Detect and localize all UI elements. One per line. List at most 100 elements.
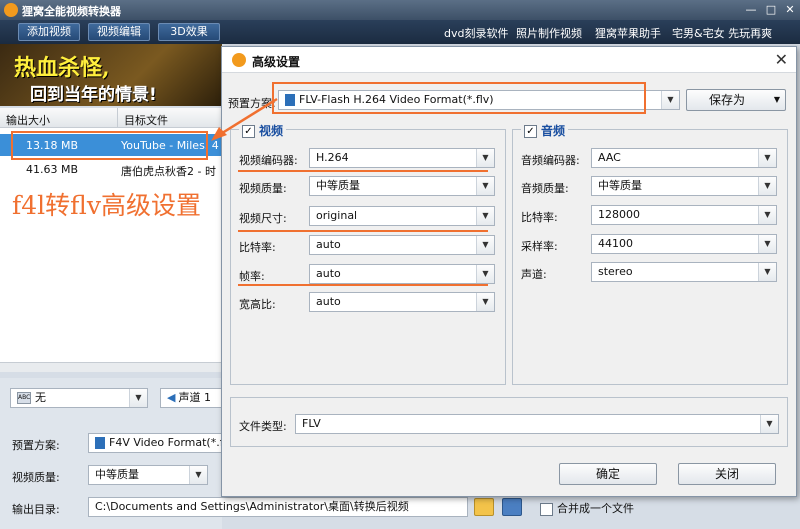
output-dir-input[interactable]: C:\Documents and Settings\Administrator\… [88,497,468,517]
annotation-arrow-icon [211,97,278,141]
video-size-select[interactable]: original ▼ [309,206,495,226]
audio-channel-select[interactable]: stereo ▼ [591,262,777,282]
folder-icon[interactable] [474,498,494,516]
main-toolbar: 添加视频 视频编辑 3D效果 dvd刻录软件 照片制作视频 狸窝苹果助手 宅男&… [0,20,800,44]
audio-track-value: 声道 1 [178,391,211,404]
photo-video-link[interactable]: 照片制作视频 [516,25,582,41]
dialog-title: 高级设置 [252,55,301,69]
ok-button[interactable]: 确定 [559,463,657,485]
bottom-quality-select[interactable]: 中等质量 ▼ [88,465,208,485]
chevron-down-icon: ▼ [476,149,494,167]
speaker-icon: ◀ [167,391,176,404]
table-row[interactable]: 41.63 MB 唐伯虎点秋香2 - 时 [0,158,222,180]
merge-label: 合并成一个文件 [557,502,634,515]
video-quality-select[interactable]: 中等质量 ▼ [309,176,495,196]
open-folder-icon[interactable] [502,498,522,516]
audio-settings-group: ✓ 音频 音频编码器: AAC ▼ 音频质量: 中等质量 ▼ 比特率: 128000 ▼… [512,122,788,385]
annotation-underline-codec [238,170,488,172]
dialog-logo-icon [232,53,246,67]
chevron-down-icon: ▼ [760,415,778,433]
banner-line-2: 回到当年的情景! [30,85,157,105]
annotation-box-preset [272,82,646,114]
file-type-label: 文件类型: [239,420,287,433]
output-dir-value: C:\Documents and Settings\Administrator\… [95,500,409,513]
video-size-label: 视频尺寸: [239,212,287,225]
video-format-icon [95,437,105,449]
output-dir-label: 输出目录: [12,503,60,516]
save-as-button[interactable]: 保存为 ▼ [686,89,786,111]
banner-line-1: 热血杀怪, [14,55,110,81]
video-aspect-select[interactable]: auto ▼ [309,292,495,312]
audio-quality-select[interactable]: 中等质量 ▼ [591,176,777,196]
chevron-down-icon: ▼ [758,149,776,167]
column-header-output-size[interactable]: 输出大小 [0,108,118,128]
annotation-underline-size [238,230,488,232]
apple-helper-link[interactable]: 狸窝苹果助手 [595,25,661,41]
subtitle-value: 无 [35,391,46,404]
chevron-down-icon: ▼ [758,235,776,253]
audio-samplerate-select[interactable]: 44100 ▼ [591,234,777,254]
audio-samplerate-label: 采样率: [521,240,558,253]
video-bitrate-select[interactable]: auto ▼ [309,235,495,255]
file-type-group: 文件类型: FLV ▼ [230,397,788,447]
dvd-burn-link[interactable]: dvd刻录软件 [444,25,508,41]
audio-codec-label: 音频编码器: [521,154,580,167]
audio-enable-checkbox[interactable]: ✓ [524,125,537,138]
video-settings-group: ✓ 视频 视频编码器: H.264 ▼ 视频质量: 中等质量 ▼ 视频尺寸: orig… [230,122,506,385]
audio-group-title[interactable]: ✓ 音频 [521,122,569,139]
chevron-down-icon: ▼ [758,177,776,195]
merge-checkbox-box[interactable] [540,502,553,516]
minimize-button[interactable]: — [742,2,760,17]
dialog-title-bar: 高级设置 ✕ [222,47,796,73]
audio-bitrate-select[interactable]: 128000 ▼ [591,205,777,225]
bottom-preset-label: 预置方案: [12,439,60,452]
close-button[interactable]: 关闭 [678,463,776,485]
row-size: 41.63 MB [26,163,79,176]
chevron-down-icon: ▼ [661,91,679,109]
bottom-quality-label: 视频质量: [12,471,60,484]
maximize-button[interactable]: □ [762,2,780,17]
file-list-scrollbar[interactable] [0,362,222,372]
chevron-down-icon: ▼ [476,207,494,225]
ad-banner[interactable]: 热血杀怪, 回到当年的情景! [0,44,222,106]
file-type-select[interactable]: FLV ▼ [295,414,779,434]
app-logo-icon [4,3,18,17]
window-close-button[interactable]: ✕ [781,2,799,17]
annotation-underline-framerate [238,284,488,286]
app-title: 狸窝全能视频转换器 [22,5,121,18]
video-edit-button[interactable]: 视频编辑 [88,23,150,41]
chevron-down-icon: ▼ [476,293,494,311]
subtitle-select[interactable]: ABC 无 ▼ [10,388,148,408]
video-aspect-label: 宽高比: [239,298,276,311]
video-quality-label: 视频质量: [239,182,287,195]
video-codec-select[interactable]: H.264 ▼ [309,148,495,168]
add-video-button[interactable]: 添加视频 [18,23,80,41]
otaku-link[interactable]: 宅男&宅女 先玩再爽 [672,25,772,41]
bottom-preset-select[interactable]: F4V Video Format(*.f4 [88,433,222,453]
3d-effect-button[interactable]: 3D效果 [158,23,220,41]
chevron-down-icon: ▼ [773,95,780,104]
chevron-down-icon: ▼ [476,177,494,195]
app-title-bar: 狸窝全能视频转换器 — □ ✕ [0,0,800,20]
audio-quality-label: 音频质量: [521,182,569,195]
chevron-down-icon: ▼ [129,389,147,407]
audio-bitrate-label: 比特率: [521,211,558,224]
merge-checkbox[interactable]: 合并成一个文件 [540,500,634,516]
video-bitrate-label: 比特率: [239,241,276,254]
chevron-down-icon: ▼ [758,206,776,224]
chevron-down-icon: ▼ [758,263,776,281]
audio-channel-label: 声道: [521,268,547,281]
dialog-close-icon[interactable]: ✕ [775,50,788,69]
annotation-text: f4l转flv高级设置 [12,191,201,220]
audio-track-select[interactable]: ◀ 声道 1 [160,388,222,408]
row-target: 唐伯虎点秋香2 - 时 [121,165,216,178]
video-framerate-label: 帧率: [239,270,265,283]
chevron-down-icon: ▼ [476,236,494,254]
subtitle-icon: ABC [17,392,31,404]
bottom-quality-value: 中等质量 [95,468,139,481]
chevron-down-icon: ▼ [476,265,494,283]
annotation-box-selected-row [11,131,208,160]
video-framerate-select[interactable]: auto ▼ [309,264,495,284]
video-codec-label: 视频编码器: [239,154,298,167]
audio-codec-select[interactable]: AAC ▼ [591,148,777,168]
